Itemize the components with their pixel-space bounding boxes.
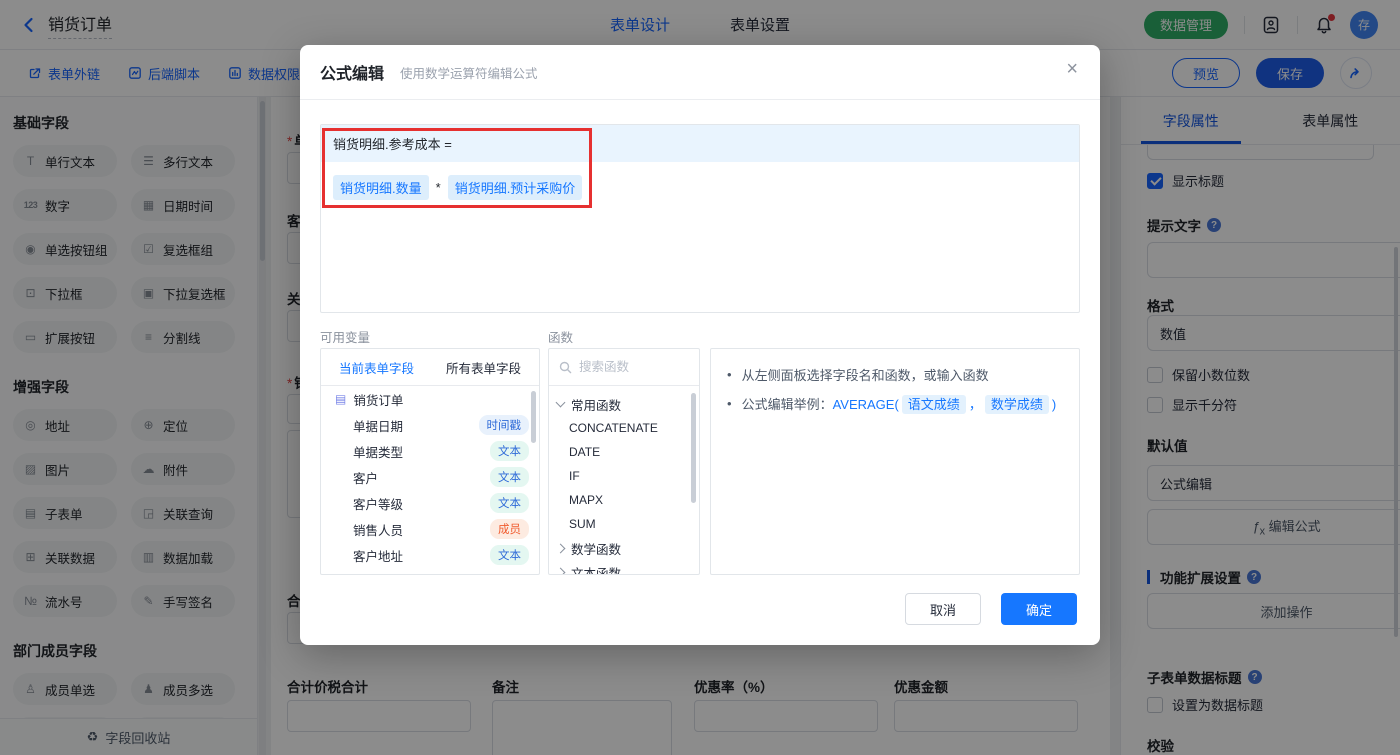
function-item[interactable]: DATE xyxy=(549,440,699,464)
chevron-down-icon xyxy=(555,397,566,408)
formula-expression: 销货明细.数量 * 销货明细.预计采购价 xyxy=(321,162,1079,213)
type-badge: 时间戳 xyxy=(478,415,529,435)
dialog-subtitle: 使用数学运算符编辑公式 xyxy=(400,66,538,81)
type-badge: 文本 xyxy=(490,467,529,487)
tree-root-form[interactable]: ▤ 销货订单 xyxy=(321,386,539,412)
list-scrollbar[interactable] xyxy=(531,391,536,443)
variables-panel: 当前表单字段 所有表单字段 ▤ 销货订单 单据日期 时间戳 单据类型 文本 客户… xyxy=(320,348,540,575)
search-icon xyxy=(559,361,572,373)
function-group-text[interactable]: 文本函数 xyxy=(549,560,699,574)
variable-item[interactable]: 客户 文本 xyxy=(321,464,539,490)
list-scrollbar[interactable] xyxy=(691,393,696,503)
close-icon[interactable]: × xyxy=(1066,59,1078,79)
formula-edit-dialog: 公式编辑 使用数学运算符编辑公式 × 销货明细.参考成本 = 销货明细.数量 *… xyxy=(300,45,1100,645)
form-doc-icon: ▤ xyxy=(335,392,347,406)
formula-operator: * xyxy=(435,180,441,195)
function-item[interactable]: IF xyxy=(549,464,699,488)
variable-item[interactable]: 单据类型 文本 xyxy=(321,438,539,464)
type-badge: 文本 xyxy=(490,441,529,461)
formula-field-tag[interactable]: 销货明细.预计采购价 xyxy=(447,175,583,200)
tips-panel: • 从左侧面板选择字段名和函数，或输入函数 • 公式编辑举例：AVERAGE(语文… xyxy=(710,348,1080,575)
type-badge: 文本 xyxy=(490,493,529,513)
chevron-right-icon xyxy=(555,543,566,553)
formula-target: 销货明细.参考成本 = xyxy=(321,125,1079,162)
chevron-right-icon xyxy=(555,567,566,574)
function-item[interactable]: CONCATENATE xyxy=(549,416,699,440)
tip-line: • 从左侧面板选择字段名和函数，或输入函数 xyxy=(727,367,989,383)
dialog-title: 公式编辑 xyxy=(320,66,385,83)
variable-item[interactable]: 客户等级 文本 xyxy=(321,490,539,516)
function-search[interactable] xyxy=(549,349,699,386)
function-group-common[interactable]: 常用函数 xyxy=(549,392,699,416)
variable-item[interactable]: 销售人员 成员 xyxy=(321,516,539,542)
variable-item[interactable]: 客户地址 文本 xyxy=(321,542,539,568)
formula-editor[interactable]: 销货明细.参考成本 = 销货明细.数量 * 销货明细.预计采购价 xyxy=(320,124,1080,313)
tab-all-form-fields[interactable]: 所有表单字段 xyxy=(446,358,521,377)
example-field-tag: 语文成绩 xyxy=(901,395,966,414)
function-search-input[interactable] xyxy=(579,360,679,374)
tab-current-form-fields[interactable]: 当前表单字段 xyxy=(339,358,414,377)
confirm-button[interactable]: 确定 xyxy=(1001,593,1077,625)
tip-example-line: • 公式编辑举例：AVERAGE(语文成绩，数学成绩) xyxy=(727,395,1057,414)
function-item[interactable]: SUM xyxy=(549,512,699,536)
function-group-math[interactable]: 数学函数 xyxy=(549,536,699,560)
type-badge: 成员 xyxy=(490,519,529,539)
functions-panel: 常用函数 CONCATENATE DATE IF MAPX SUM 数学函数 文… xyxy=(548,348,700,575)
functions-label: 函数 xyxy=(548,331,574,345)
function-item[interactable]: MAPX xyxy=(549,488,699,512)
type-badge: 文本 xyxy=(490,545,529,565)
formula-field-tag[interactable]: 销货明细.数量 xyxy=(333,175,429,200)
cancel-button[interactable]: 取消 xyxy=(905,593,981,625)
dialog-header: 公式编辑 使用数学运算符编辑公式 × xyxy=(300,45,1100,100)
example-field-tag: 数学成绩 xyxy=(984,395,1049,414)
app-screen: 销货订单 表单设计 表单设置 数据管理 存 表单外链 后端脚本 数据权限 预览 … xyxy=(0,0,1400,755)
variable-item[interactable]: 单据日期 时间戳 xyxy=(321,412,539,438)
variables-label: 可用变量 xyxy=(320,331,371,345)
